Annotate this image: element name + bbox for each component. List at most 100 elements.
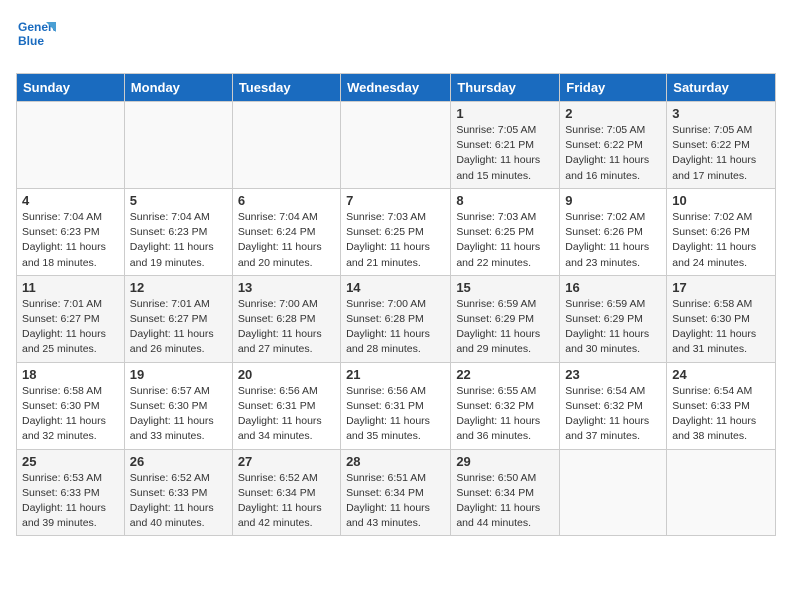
- day-number: 15: [456, 280, 554, 295]
- day-number: 2: [565, 106, 661, 121]
- day-info: Sunrise: 7:02 AMSunset: 6:26 PMDaylight:…: [565, 210, 661, 271]
- calendar-cell: 19Sunrise: 6:57 AMSunset: 6:30 PMDayligh…: [124, 362, 232, 449]
- day-info: Sunrise: 6:57 AMSunset: 6:30 PMDaylight:…: [130, 384, 227, 445]
- day-number: 13: [238, 280, 335, 295]
- calendar-cell: 16 Sunrise: 6:59 AMSunset: 6:29 PMDayligh…: [560, 275, 667, 362]
- day-info: Sunrise: 6:52 AMSunset: 6:33 PMDaylight:…: [130, 471, 227, 532]
- calendar-cell: [560, 449, 667, 536]
- calendar-cell: 4 Sunrise: 7:04 AMSunset: 6:23 PMDaylight…: [17, 188, 125, 275]
- calendar-cell: 28Sunrise: 6:51 AMSunset: 6:34 PMDayligh…: [341, 449, 451, 536]
- day-number: 25: [22, 454, 119, 469]
- day-number: 4: [22, 193, 119, 208]
- calendar-cell: 26 Sunrise: 6:52 AMSunset: 6:33 PMDayligh…: [124, 449, 232, 536]
- day-number: 7: [346, 193, 445, 208]
- day-info: Sunrise: 6:54 AMSunset: 6:33 PMDaylight:…: [672, 384, 770, 445]
- calendar-cell: 8Sunrise: 7:03 AMSunset: 6:25 PMDaylight…: [451, 188, 560, 275]
- weekday-header-row: SundayMondayTuesdayWednesdayThursdayFrid…: [17, 74, 776, 102]
- day-info: Sunrise: 6:59 AMSunset: 6:29 PMDaylight:…: [456, 297, 554, 358]
- weekday-header-sunday: Sunday: [17, 74, 125, 102]
- day-number: 16: [565, 280, 661, 295]
- calendar-cell: 17 Sunrise: 6:58 AMSunset: 6:30 PMDayligh…: [667, 275, 776, 362]
- day-info: Sunrise: 7:05 AMSunset: 6:22 PMDaylight:…: [565, 123, 661, 184]
- calendar-cell: 18 Sunrise: 6:58 AMSunset: 6:30 PMDayligh…: [17, 362, 125, 449]
- calendar-cell: 24 Sunrise: 6:54 AMSunset: 6:33 PMDayligh…: [667, 362, 776, 449]
- calendar-cell: 2 Sunrise: 7:05 AMSunset: 6:22 PMDaylight…: [560, 102, 667, 189]
- day-info: Sunrise: 6:58 AMSunset: 6:30 PMDaylight:…: [22, 384, 119, 445]
- calendar-cell: 3Sunrise: 7:05 AMSunset: 6:22 PMDaylight…: [667, 102, 776, 189]
- logo-svg: General Blue: [16, 16, 56, 56]
- calendar-cell: [667, 449, 776, 536]
- calendar-cell: 21 Sunrise: 6:56 AMSunset: 6:31 PMDayligh…: [341, 362, 451, 449]
- calendar-cell: 29 Sunrise: 6:50 AMSunset: 6:34 PMDayligh…: [451, 449, 560, 536]
- calendar-cell: [232, 102, 340, 189]
- day-number: 12: [130, 280, 227, 295]
- day-info: Sunrise: 7:04 AMSunset: 6:23 PMDaylight:…: [22, 210, 119, 271]
- day-number: 23: [565, 367, 661, 382]
- day-number: 26: [130, 454, 227, 469]
- day-info: Sunrise: 6:52 AMSunset: 6:34 PMDaylight:…: [238, 471, 335, 532]
- day-number: 24: [672, 367, 770, 382]
- calendar-table: SundayMondayTuesdayWednesdayThursdayFrid…: [16, 73, 776, 536]
- day-number: 10: [672, 193, 770, 208]
- day-number: 22: [456, 367, 554, 382]
- calendar-cell: 25 Sunrise: 6:53 AMSunset: 6:33 PMDayligh…: [17, 449, 125, 536]
- day-number: 1: [456, 106, 554, 121]
- day-info: Sunrise: 7:00 AMSunset: 6:28 PMDaylight:…: [346, 297, 445, 358]
- weekday-header-tuesday: Tuesday: [232, 74, 340, 102]
- header: General Blue: [16, 16, 776, 61]
- calendar-cell: 1 Sunrise: 7:05 AMSunset: 6:21 PMDaylight…: [451, 102, 560, 189]
- calendar-cell: 7 Sunrise: 7:03 AMSunset: 6:25 PMDaylight…: [341, 188, 451, 275]
- day-number: 29: [456, 454, 554, 469]
- calendar-cell: 12 Sunrise: 7:01 AMSunset: 6:27 PMDayligh…: [124, 275, 232, 362]
- day-number: 27: [238, 454, 335, 469]
- day-number: 9: [565, 193, 661, 208]
- calendar-cell: 11 Sunrise: 7:01 AMSunset: 6:27 PMDayligh…: [17, 275, 125, 362]
- day-info: Sunrise: 6:59 AMSunset: 6:29 PMDaylight:…: [565, 297, 661, 358]
- weekday-header-thursday: Thursday: [451, 74, 560, 102]
- day-info: Sunrise: 6:55 AMSunset: 6:32 PMDaylight:…: [456, 384, 554, 445]
- day-info: Sunrise: 7:05 AMSunset: 6:21 PMDaylight:…: [456, 123, 554, 184]
- day-info: Sunrise: 6:58 AMSunset: 6:30 PMDaylight:…: [672, 297, 770, 358]
- calendar-week-row: 25 Sunrise: 6:53 AMSunset: 6:33 PMDayligh…: [17, 449, 776, 536]
- calendar-week-row: 4 Sunrise: 7:04 AMSunset: 6:23 PMDaylight…: [17, 188, 776, 275]
- day-info: Sunrise: 7:03 AMSunset: 6:25 PMDaylight:…: [346, 210, 445, 271]
- weekday-header-saturday: Saturday: [667, 74, 776, 102]
- day-number: 6: [238, 193, 335, 208]
- calendar-cell: [124, 102, 232, 189]
- calendar-cell: 13 Sunrise: 7:00 AMSunset: 6:28 PMDayligh…: [232, 275, 340, 362]
- day-number: 17: [672, 280, 770, 295]
- calendar-week-row: 18 Sunrise: 6:58 AMSunset: 6:30 PMDayligh…: [17, 362, 776, 449]
- day-info: Sunrise: 6:54 AMSunset: 6:32 PMDaylight:…: [565, 384, 661, 445]
- day-info: Sunrise: 6:51 AMSunset: 6:34 PMDaylight:…: [346, 471, 445, 532]
- calendar-cell: 6 Sunrise: 7:04 AMSunset: 6:24 PMDaylight…: [232, 188, 340, 275]
- calendar-cell: [17, 102, 125, 189]
- day-number: 11: [22, 280, 119, 295]
- day-info: Sunrise: 7:01 AMSunset: 6:27 PMDaylight:…: [130, 297, 227, 358]
- day-info: Sunrise: 6:50 AMSunset: 6:34 PMDaylight:…: [456, 471, 554, 532]
- calendar-cell: 23 Sunrise: 6:54 AMSunset: 6:32 PMDayligh…: [560, 362, 667, 449]
- calendar-week-row: 11 Sunrise: 7:01 AMSunset: 6:27 PMDayligh…: [17, 275, 776, 362]
- weekday-header-friday: Friday: [560, 74, 667, 102]
- svg-text:Blue: Blue: [18, 34, 44, 48]
- calendar-cell: 5Sunrise: 7:04 AMSunset: 6:23 PMDaylight…: [124, 188, 232, 275]
- weekday-header-monday: Monday: [124, 74, 232, 102]
- day-info: Sunrise: 7:04 AMSunset: 6:24 PMDaylight:…: [238, 210, 335, 271]
- calendar-cell: 15 Sunrise: 6:59 AMSunset: 6:29 PMDayligh…: [451, 275, 560, 362]
- day-info: Sunrise: 7:01 AMSunset: 6:27 PMDaylight:…: [22, 297, 119, 358]
- day-number: 18: [22, 367, 119, 382]
- day-info: Sunrise: 6:56 AMSunset: 6:31 PMDaylight:…: [238, 384, 335, 445]
- day-number: 5: [130, 193, 227, 208]
- calendar-cell: 22 Sunrise: 6:55 AMSunset: 6:32 PMDayligh…: [451, 362, 560, 449]
- logo: General Blue: [16, 16, 56, 61]
- day-info: Sunrise: 6:56 AMSunset: 6:31 PMDaylight:…: [346, 384, 445, 445]
- calendar-cell: 27 Sunrise: 6:52 AMSunset: 6:34 PMDayligh…: [232, 449, 340, 536]
- day-info: Sunrise: 6:53 AMSunset: 6:33 PMDaylight:…: [22, 471, 119, 532]
- day-info: Sunrise: 7:00 AMSunset: 6:28 PMDaylight:…: [238, 297, 335, 358]
- day-number: 3: [672, 106, 770, 121]
- day-number: 14: [346, 280, 445, 295]
- day-number: 8: [456, 193, 554, 208]
- day-info: Sunrise: 7:02 AMSunset: 6:26 PMDaylight:…: [672, 210, 770, 271]
- day-number: 21: [346, 367, 445, 382]
- weekday-header-wednesday: Wednesday: [341, 74, 451, 102]
- calendar-cell: 9 Sunrise: 7:02 AMSunset: 6:26 PMDaylight…: [560, 188, 667, 275]
